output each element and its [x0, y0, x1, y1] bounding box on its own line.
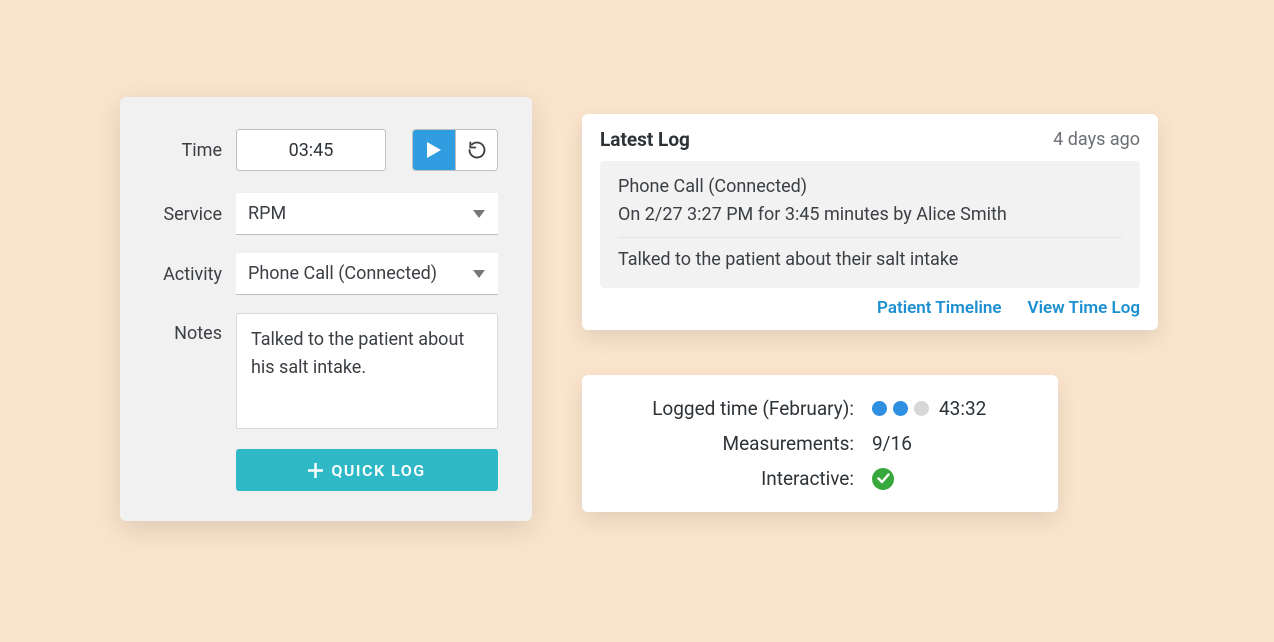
service-select[interactable]: RPM	[236, 193, 498, 235]
time-label: Time	[154, 140, 222, 161]
measurements-label: Measurements:	[610, 432, 872, 455]
view-time-log-link[interactable]: View Time Log	[1028, 298, 1140, 318]
chevron-down-icon	[472, 269, 486, 279]
latest-log-title: Latest Log	[600, 128, 690, 151]
submit-row: QUICK LOG	[154, 449, 498, 491]
log-activity-line: Phone Call (Connected)	[618, 173, 1122, 201]
interactive-value	[872, 468, 894, 490]
check-icon	[877, 473, 890, 484]
patient-timeline-link[interactable]: Patient Timeline	[877, 298, 1002, 318]
notes-label: Notes	[154, 313, 222, 344]
activity-label: Activity	[154, 264, 222, 285]
chevron-down-icon	[472, 209, 486, 219]
activity-value: Phone Call (Connected)	[248, 263, 437, 284]
dot-icon	[914, 401, 929, 416]
notes-row: Notes	[154, 313, 498, 429]
plus-icon	[308, 463, 323, 478]
play-button[interactable]	[413, 130, 455, 170]
latest-log-age: 4 days ago	[1053, 129, 1140, 150]
dot-icon	[893, 401, 908, 416]
logged-time-value: 43:32	[872, 397, 986, 420]
activity-select[interactable]: Phone Call (Connected)	[236, 253, 498, 295]
latest-log-actions: Patient Timeline View Time Log	[600, 298, 1140, 318]
stats-card: Logged time (February): 43:32 Measuremen…	[582, 375, 1058, 512]
log-note-line: Talked to the patient about their salt i…	[618, 246, 1122, 274]
check-circle-icon	[872, 468, 894, 490]
divider	[618, 237, 1122, 238]
log-detail-line: On 2/27 3:27 PM for 3:45 minutes by Alic…	[618, 201, 1122, 229]
latest-log-card: Latest Log 4 days ago Phone Call (Connec…	[582, 114, 1158, 330]
logged-time-text: 43:32	[939, 397, 986, 420]
service-label: Service	[154, 204, 222, 225]
reset-button[interactable]	[455, 130, 497, 170]
play-icon	[426, 141, 442, 159]
logged-time-label: Logged time (February):	[610, 397, 872, 420]
refresh-icon	[467, 140, 487, 160]
dot-icon	[872, 401, 887, 416]
progress-dots	[872, 401, 929, 416]
service-value: RPM	[248, 203, 286, 224]
interactive-row: Interactive:	[610, 467, 1030, 490]
time-input[interactable]	[236, 129, 386, 171]
measurements-row: Measurements: 9/16	[610, 432, 1030, 455]
time-row: Time	[154, 129, 498, 171]
interactive-label: Interactive:	[610, 467, 872, 490]
quick-log-button[interactable]: QUICK LOG	[236, 449, 498, 491]
notes-textarea[interactable]	[236, 313, 498, 429]
measurements-value: 9/16	[872, 432, 912, 455]
quick-log-button-label: QUICK LOG	[331, 461, 425, 480]
logged-time-row: Logged time (February): 43:32	[610, 397, 1030, 420]
activity-row: Activity Phone Call (Connected)	[154, 253, 498, 295]
quick-log-form-card: Time Service RPM Activity Phone Call (Co…	[120, 97, 532, 521]
spacer	[154, 449, 236, 491]
service-row: Service RPM	[154, 193, 498, 235]
timer-button-group	[412, 129, 498, 171]
latest-log-body: Phone Call (Connected) On 2/27 3:27 PM f…	[600, 161, 1140, 288]
latest-log-header: Latest Log 4 days ago	[600, 128, 1140, 151]
